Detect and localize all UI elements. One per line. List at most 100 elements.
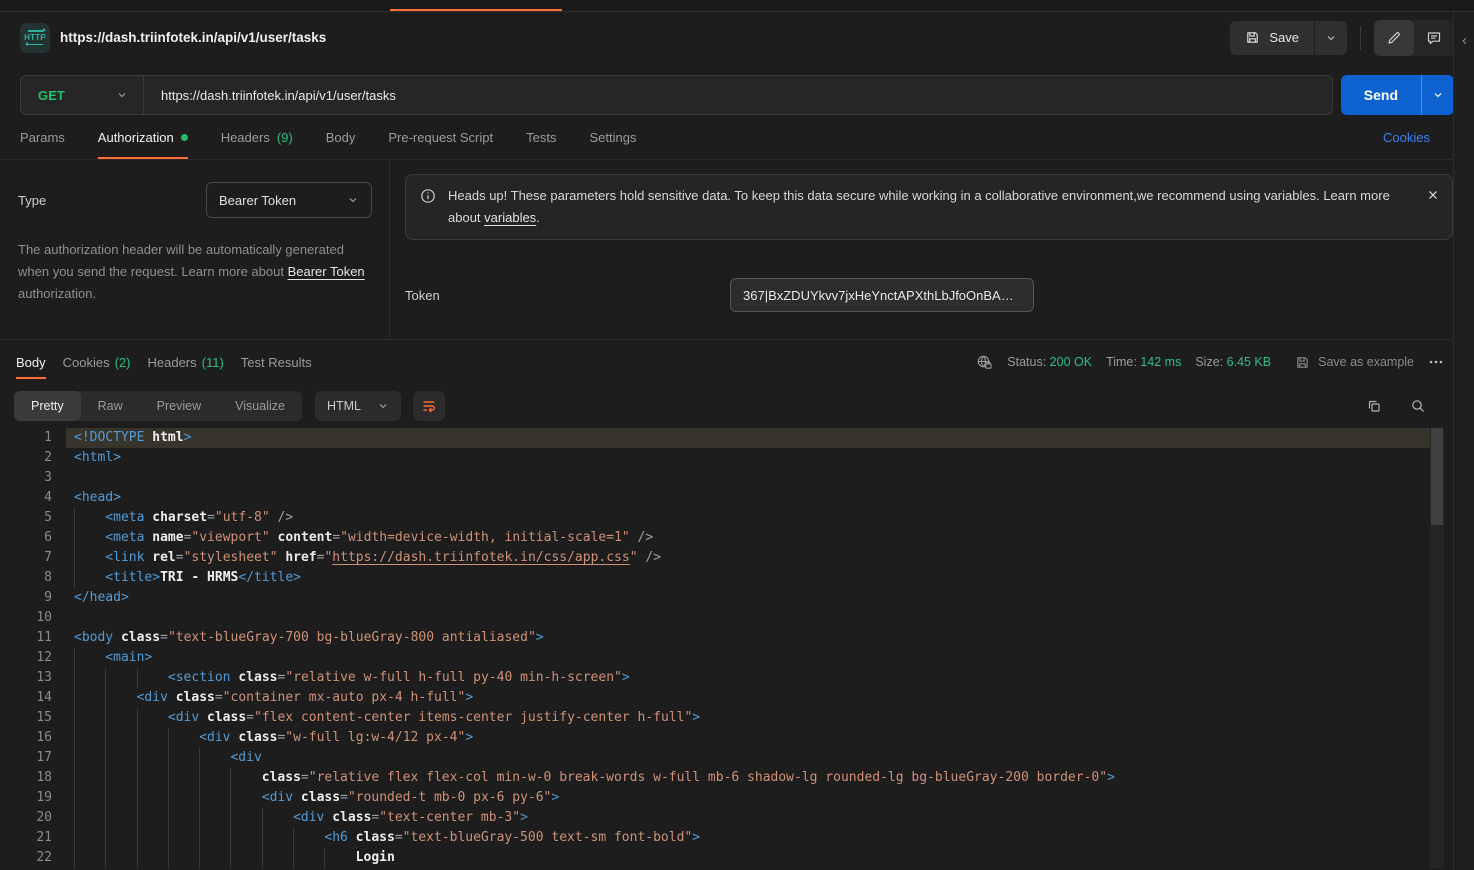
pencil-icon	[1386, 30, 1402, 46]
mode-preview[interactable]: Preview	[140, 391, 218, 421]
code-line: 5<meta charset="utf-8" />	[0, 508, 1430, 528]
code-line: 7<link rel="stylesheet" href="https://da…	[0, 548, 1430, 568]
mode-raw[interactable]: Raw	[81, 391, 140, 421]
line-number: 4	[0, 488, 66, 508]
indent-guide	[137, 788, 168, 808]
response-meta: Status: 200 OK Time: 142 ms Size: 6.45 K…	[976, 354, 1444, 371]
line-number: 17	[0, 748, 66, 768]
code-line: 22Login	[0, 848, 1430, 868]
tab-label: Headers	[221, 130, 270, 145]
size-value: 6.45 KB	[1227, 355, 1271, 369]
line-number: 22	[0, 848, 66, 868]
indent-guide	[74, 828, 105, 848]
authorization-panel: Type Bearer Token The authorization head…	[0, 160, 1474, 340]
code-line-content: <!DOCTYPE html>	[66, 428, 1430, 448]
tab-params[interactable]: Params	[20, 115, 65, 159]
tab-headers[interactable]: Headers (9)	[221, 115, 293, 159]
tab-label: Pre-request Script	[388, 130, 493, 145]
auth-active-dot	[181, 134, 188, 141]
indent-guide	[137, 808, 168, 828]
code-line: 4<head>	[0, 488, 1430, 508]
request-title: https://dash.triinfotek.in/api/v1/user/t…	[60, 30, 326, 45]
view-mode-switcher: Pretty Raw Preview Visualize	[14, 391, 302, 421]
indent-guide	[137, 708, 168, 728]
indent-guide	[137, 768, 168, 788]
chevron-down-icon	[116, 89, 128, 101]
request-header: HTTP https://dash.triinfotek.in/api/v1/u…	[0, 12, 1474, 63]
bearer-token-link[interactable]: Bearer Token	[288, 264, 365, 279]
indent-guide	[262, 848, 293, 868]
response-tab-headers[interactable]: Headers (11)	[148, 340, 224, 384]
indent-guide	[74, 728, 105, 748]
indent-guide	[137, 668, 168, 688]
comments-button[interactable]	[1414, 20, 1454, 56]
indent-guide	[230, 828, 261, 848]
tab-authorization[interactable]: Authorization	[98, 115, 188, 159]
indent-guide	[74, 508, 105, 528]
indent-guide	[199, 768, 230, 788]
url-input[interactable]: https://dash.triinfotek.in/api/v1/user/t…	[144, 88, 396, 103]
save-as-example-button[interactable]: Save as example	[1295, 355, 1414, 370]
tab-body[interactable]: Body	[326, 115, 356, 159]
code-line: 10	[0, 608, 1430, 628]
indent-guide	[199, 788, 230, 808]
size-pair: Size: 6.45 KB	[1195, 355, 1271, 369]
indent-guide	[293, 848, 324, 868]
code-line: 21<h6 class="text-blueGray-500 text-sm f…	[0, 828, 1430, 848]
mode-pretty[interactable]: Pretty	[14, 391, 81, 421]
chevron-down-icon	[347, 194, 359, 206]
tab-label: Tests	[526, 130, 556, 145]
indent-guide	[105, 708, 136, 728]
indent-guide	[74, 568, 105, 588]
save-button[interactable]: Save	[1230, 21, 1314, 55]
indent-guide	[168, 748, 199, 768]
tab-tests[interactable]: Tests	[526, 115, 556, 159]
tab-label: Headers	[148, 355, 197, 370]
indent-guide	[74, 788, 105, 808]
search-button[interactable]	[1410, 398, 1426, 414]
indent-guide	[74, 708, 105, 728]
tab-pre-request-script[interactable]: Pre-request Script	[388, 115, 493, 159]
cookies-link[interactable]: Cookies	[1383, 130, 1430, 145]
token-input[interactable]	[730, 278, 1034, 312]
variables-link[interactable]: variables	[484, 210, 536, 225]
code-line-content: <div class="text-center mb-3">	[66, 808, 1430, 828]
tab-label: Test Results	[241, 355, 312, 370]
auth-type-select[interactable]: Bearer Token	[206, 182, 372, 218]
code-line-content: <link rel="stylesheet" href="https://das…	[66, 548, 1430, 568]
response-tab-cookies[interactable]: Cookies (2)	[63, 340, 131, 384]
code-line-content	[66, 468, 1430, 488]
line-number: 20	[0, 808, 66, 828]
banner-close-button[interactable]	[1426, 188, 1440, 202]
save-options-button[interactable]	[1314, 21, 1347, 55]
language-select[interactable]: HTML	[315, 391, 401, 421]
collapse-sidebar-button[interactable]	[1459, 34, 1470, 48]
scrollbar-thumb[interactable]	[1431, 428, 1443, 525]
indent-guide	[168, 788, 199, 808]
method-select[interactable]: GET	[21, 88, 143, 103]
response-tab-test-results[interactable]: Test Results	[241, 340, 312, 384]
indent-guide	[74, 848, 105, 868]
tab-settings[interactable]: Settings	[589, 115, 636, 159]
response-tab-body[interactable]: Body	[16, 340, 46, 384]
indent-guide	[230, 768, 261, 788]
copy-button[interactable]	[1366, 398, 1382, 414]
scrollbar-track[interactable]	[1430, 428, 1444, 868]
send-button[interactable]: Send	[1341, 75, 1421, 115]
network-info-icon[interactable]	[976, 354, 993, 371]
wrap-lines-button[interactable]	[413, 391, 445, 421]
mode-visualize[interactable]: Visualize	[218, 391, 302, 421]
response-header: Body Cookies (2) Headers (11) Test Resul…	[0, 340, 1474, 384]
indent-guide	[74, 768, 105, 788]
code-line-content	[66, 608, 1430, 628]
copy-icon	[1366, 398, 1382, 414]
token-row: Token	[405, 278, 1453, 312]
banner-text: Heads up! These parameters hold sensitiv…	[448, 185, 1438, 229]
code-line: 1<!DOCTYPE html>	[0, 428, 1430, 448]
more-actions-button[interactable]	[1428, 354, 1444, 370]
indent-guide	[105, 828, 136, 848]
send-options-button[interactable]	[1421, 75, 1454, 115]
tab-label: Settings	[589, 130, 636, 145]
type-label: Type	[18, 193, 46, 208]
edit-button[interactable]	[1374, 20, 1414, 56]
